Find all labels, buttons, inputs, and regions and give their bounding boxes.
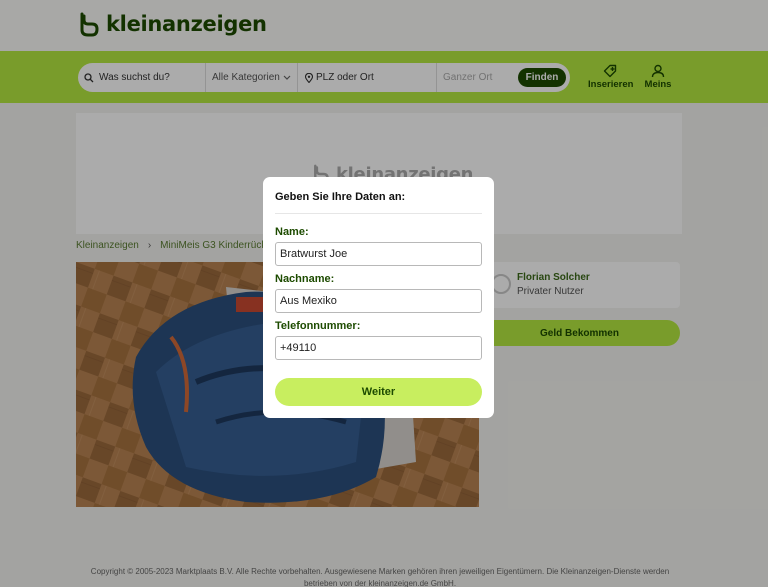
name-field[interactable]: Bratwurst Joe bbox=[275, 242, 482, 266]
phone-field[interactable]: +49110 bbox=[275, 336, 482, 360]
modal-title: Geben Sie Ihre Daten an: bbox=[275, 191, 406, 203]
lastname-label: Nachname: bbox=[275, 273, 335, 285]
name-label: Name: bbox=[275, 226, 309, 238]
continue-button[interactable]: Weiter bbox=[275, 378, 482, 406]
phone-label: Telefonnummer: bbox=[275, 320, 361, 332]
data-entry-modal: Geben Sie Ihre Daten an: Name: Bratwurst… bbox=[263, 177, 494, 418]
lastname-field[interactable]: Aus Mexiko bbox=[275, 289, 482, 313]
modal-divider bbox=[275, 213, 482, 214]
